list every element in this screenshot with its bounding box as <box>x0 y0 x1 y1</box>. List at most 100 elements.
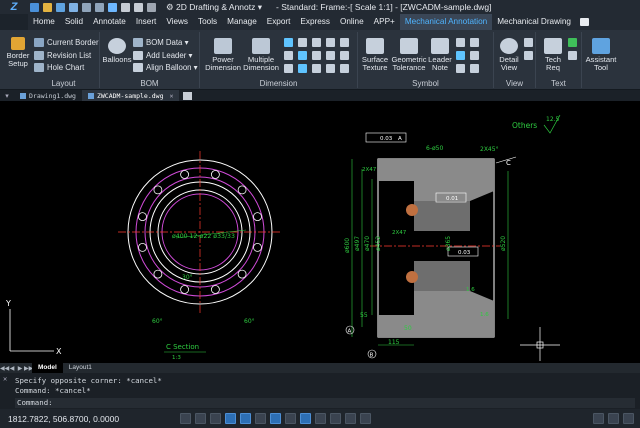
text-style-icon[interactable] <box>568 38 577 47</box>
dim-baseline-icon[interactable] <box>312 51 321 60</box>
dim-chamfer-icon[interactable] <box>340 51 349 60</box>
command-history-line-1: Specify opposite corner: *cancel* <box>15 376 162 385</box>
dim-break-icon[interactable] <box>312 64 321 73</box>
publish-icon[interactable] <box>108 2 117 12</box>
plot-preview-icon[interactable] <box>95 2 104 12</box>
revision-list-button[interactable]: Revision List <box>34 51 91 60</box>
print-icon[interactable] <box>82 2 91 12</box>
dim-linear-icon[interactable] <box>284 38 293 47</box>
bom-data-button[interactable]: BOM Data ▾ <box>133 38 189 47</box>
section-symbol-icon[interactable] <box>456 64 465 73</box>
balloons-button[interactable]: Balloons <box>102 38 132 64</box>
menu-express[interactable]: Express <box>295 14 335 30</box>
grid-display-icon[interactable] <box>195 413 206 424</box>
menu-app-plus[interactable]: APP+ <box>369 14 400 30</box>
close-tab-icon[interactable]: ✕ <box>170 92 174 100</box>
weld-symbol-icon[interactable] <box>470 38 479 47</box>
dropdown-chevron-icon[interactable] <box>147 2 156 12</box>
tech-req-button[interactable]: Tech Req <box>540 38 566 72</box>
detail-view-button[interactable]: Detail View <box>496 38 522 72</box>
save-icon[interactable] <box>56 2 65 12</box>
dim-radius-icon[interactable] <box>340 38 349 47</box>
menu-views[interactable]: Views <box>161 14 193 30</box>
tab-drawing1[interactable]: Drawing1.dwg <box>14 90 82 101</box>
drawing-canvas[interactable]: ø400 12-ø22 ø33/33 30° 60° 60° C Section… <box>0 101 640 363</box>
next-layout-icon[interactable]: ▶ <box>16 365 24 372</box>
dim-small-2: 2X47 <box>392 230 407 236</box>
lineweight-icon[interactable] <box>315 413 326 424</box>
last-layout-icon[interactable]: ▶▶ <box>24 365 33 372</box>
polar-tracking-icon[interactable] <box>225 413 236 424</box>
3d-object-snap-icon[interactable] <box>255 413 266 424</box>
dim-angular-icon[interactable] <box>312 38 321 47</box>
annotation-scale-icon[interactable] <box>360 413 371 424</box>
surface-texture-button[interactable]: Surface Texture <box>360 38 390 72</box>
dim-ordinate-icon[interactable] <box>298 51 307 60</box>
command-input[interactable]: Command: <box>15 398 635 408</box>
first-layout-icon[interactable]: ◀◀ <box>0 365 9 372</box>
transparency-icon[interactable] <box>330 413 341 424</box>
power-dimension-button[interactable]: Power Dimension <box>204 38 242 72</box>
tab-model[interactable]: Model <box>32 363 63 373</box>
border-setup-button[interactable]: Border Setup <box>4 37 32 68</box>
dynamic-ucs-icon[interactable] <box>285 413 296 424</box>
view-direction-icon[interactable] <box>524 51 533 60</box>
ribbon-toggle-icon[interactable] <box>579 18 589 26</box>
app-logo-icon[interactable]: Z <box>0 0 28 14</box>
workspace-dropdown[interactable]: ⚙ 2D Drafting & Annotz ▾ <box>166 2 262 13</box>
open-file-icon[interactable] <box>43 2 52 12</box>
center-mark-icon[interactable] <box>456 51 465 60</box>
new-file-icon[interactable] <box>30 2 39 12</box>
menu-manage[interactable]: Manage <box>222 14 262 30</box>
hole-chart-button[interactable]: Hole Chart <box>34 63 84 72</box>
dim-aligned-icon[interactable] <box>298 38 307 47</box>
undo-icon[interactable] <box>121 2 130 12</box>
dynamic-input-icon[interactable] <box>300 413 311 424</box>
dim-continue-icon[interactable] <box>326 51 335 60</box>
dim-space-icon[interactable] <box>326 64 335 73</box>
symbol-library-icon[interactable] <box>470 64 479 73</box>
prev-layout-icon[interactable]: ◀ <box>8 365 16 372</box>
tab-zwcadm-sample[interactable]: ZWCADM-sample.dwg ✕ <box>81 90 180 101</box>
customization-icon[interactable] <box>623 413 634 424</box>
multiple-dimension-button[interactable]: Multiple Dimension <box>242 38 280 72</box>
menu-tools[interactable]: Tools <box>193 14 222 30</box>
object-snap-icon[interactable] <box>240 413 251 424</box>
datum-symbol-icon[interactable] <box>456 38 465 47</box>
current-border-button[interactable]: Current Border <box>34 38 99 47</box>
tab-layout1[interactable]: Layout1 <box>63 363 98 373</box>
leader-note-button[interactable]: Leader Note <box>426 38 454 72</box>
menu-mechanical-drawing[interactable]: Mechanical Drawing <box>492 14 576 30</box>
selection-cycling-icon[interactable] <box>345 413 356 424</box>
menu-annotate[interactable]: Annotate <box>88 14 131 30</box>
multiple-dimension-icon <box>252 38 270 54</box>
dim-diameter-icon[interactable] <box>284 51 293 60</box>
object-snap-tracking-icon[interactable] <box>270 413 281 424</box>
menu-mechanical-annotation[interactable]: Mechanical Annotation <box>399 14 493 30</box>
ortho-mode-icon[interactable] <box>210 413 221 424</box>
menu-export[interactable]: Export <box>262 14 296 30</box>
assistant-tool-button[interactable]: Assistant Tool <box>584 38 618 72</box>
new-tab-icon[interactable] <box>183 91 193 100</box>
menu-online[interactable]: Online <box>335 14 369 30</box>
command-close-icon[interactable]: ✕ <box>3 375 11 383</box>
fullscreen-icon[interactable] <box>608 413 619 424</box>
dim-style-icon[interactable] <box>340 64 349 73</box>
align-balloon-button[interactable]: Align Balloon ▾ <box>133 63 198 72</box>
dim-edit-icon[interactable] <box>284 64 293 73</box>
tab-list-chevron-icon[interactable]: ▾ <box>0 92 14 100</box>
section-view-icon[interactable] <box>524 38 533 47</box>
dim-arc-icon[interactable] <box>326 38 335 47</box>
menu-insert[interactable]: Insert <box>131 14 161 30</box>
taper-symbol-icon[interactable] <box>470 51 479 60</box>
add-leader-button[interactable]: Add Leader ▾ <box>133 51 192 60</box>
redo-icon[interactable] <box>134 2 143 12</box>
geometric-tolerance-button[interactable]: Geometric Tolerance <box>390 38 428 72</box>
workspace-switch-icon[interactable] <box>593 413 604 424</box>
menu-solid[interactable]: Solid <box>60 14 88 30</box>
dim-tolerance-icon[interactable] <box>298 64 307 73</box>
menu-home[interactable]: Home <box>28 14 60 30</box>
text-edit-icon[interactable] <box>568 51 577 60</box>
save-as-icon[interactable] <box>69 2 78 12</box>
snap-mode-icon[interactable] <box>180 413 191 424</box>
